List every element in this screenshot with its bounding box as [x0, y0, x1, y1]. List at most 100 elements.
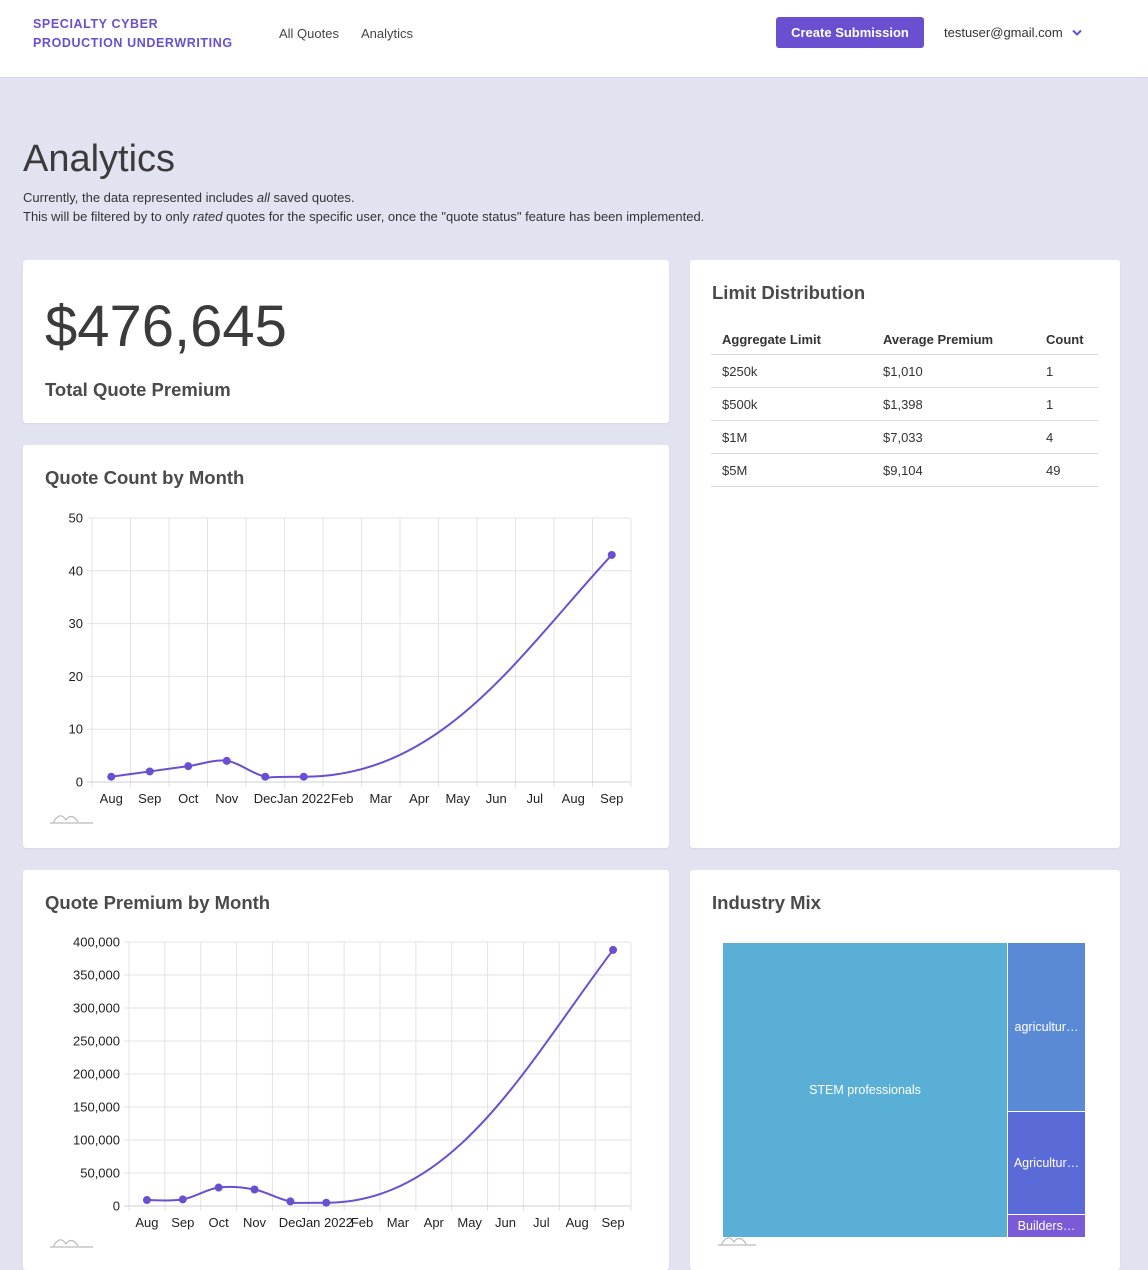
treemap-cell[interactable]: agricultur… — [1008, 943, 1085, 1111]
data-point — [286, 1197, 295, 1206]
limit-distribution-card: Limit Distribution Aggregate Limit Avera… — [690, 260, 1120, 848]
quote-premium-card: Quote Premium by Month 0 50,000 100,000 150… — [23, 870, 669, 1270]
table-cell: 4 — [1035, 420, 1098, 454]
x-tick-label: Aug — [135, 1215, 158, 1230]
total-premium-card: $476,645 Total Quote Premium — [23, 260, 669, 423]
x-tick-label: Mar — [387, 1215, 410, 1230]
brand-line-1: SPECIALTY CYBER — [33, 17, 159, 31]
table-cell: $1,398 — [872, 387, 1035, 421]
data-point — [299, 772, 308, 781]
y-tick-label: 350,000 — [73, 968, 120, 983]
column-header: Average Premium — [872, 324, 1035, 355]
data-point — [184, 762, 193, 771]
x-tick-label: May — [445, 791, 470, 806]
column-header: Aggregate Limit — [711, 324, 872, 355]
limit-distribution-title: Limit Distribution — [712, 282, 866, 303]
y-tick-label: 250,000 — [73, 1034, 120, 1049]
y-tick-label: 0 — [113, 1199, 120, 1214]
y-tick-label: 400,000 — [73, 935, 120, 950]
x-tick-label: Jul — [533, 1215, 550, 1230]
y-tick-label: 20 — [69, 669, 83, 684]
x-tick-label: Sep — [600, 791, 623, 806]
table-row: $5M $9,104 49 — [711, 453, 1098, 487]
industry-mix-card: Industry Mix STEM professionals agricultu… — [690, 870, 1120, 1270]
x-tick-label: Feb — [351, 1215, 373, 1230]
x-tick-label: Sep — [602, 1215, 625, 1230]
treemap-cell-label: agricultur… — [1014, 1020, 1079, 1034]
table-cell: $250k — [711, 354, 872, 388]
data-point — [178, 1195, 187, 1204]
x-tick-label: Jul — [526, 791, 543, 806]
page-title: Analytics — [23, 138, 176, 180]
quote-premium-chart[interactable]: 0 50,000 100,000 150,000 200,000 250,000 300,0… — [23, 870, 669, 1270]
treemap-cell-label: STEM professionals — [809, 1083, 921, 1097]
table-cell: $1,010 — [872, 354, 1035, 388]
x-tick-label: Aug — [100, 791, 123, 806]
treemap-cell[interactable]: Agricultur… — [1008, 1112, 1085, 1214]
data-point — [607, 550, 616, 559]
x-tick-label: Nov — [243, 1215, 267, 1230]
treemap-cell[interactable]: Builders… — [1008, 1215, 1085, 1237]
data-point — [322, 1198, 331, 1207]
limit-distribution-table: Aggregate Limit Average Premium Count $2… — [711, 324, 1098, 487]
y-tick-label: 200,000 — [73, 1067, 120, 1082]
x-tick-label: Oct — [178, 791, 199, 806]
x-tick-label: Nov — [215, 791, 239, 806]
data-point — [107, 772, 116, 781]
table-cell: 1 — [1035, 354, 1098, 388]
top-navbar: SPECIALTY CYBER PRODUCTION UNDERWRITING … — [0, 0, 1148, 78]
table-cell: 49 — [1035, 453, 1098, 487]
x-tick-label: Jan 2022 — [299, 1215, 353, 1230]
table-header-row: Aggregate Limit Average Premium Count — [711, 324, 1098, 355]
x-tick-label: Jun — [486, 791, 507, 806]
x-tick-label: Apr — [409, 791, 430, 806]
chart-brand-icon — [50, 1239, 93, 1248]
table-cell: $7,033 — [872, 420, 1035, 454]
data-point — [222, 756, 231, 765]
y-tick-label: 40 — [69, 563, 83, 578]
chevron-down-icon — [1071, 29, 1082, 36]
nav-analytics[interactable]: Analytics — [361, 26, 413, 41]
quote-count-chart[interactable]: 0 10 20 30 40 50 Aug Sep Oct Nov Dec Jan 2022 Feb Mar… — [23, 445, 669, 848]
x-tick-label: Oct — [209, 1215, 230, 1230]
x-tick-label: Feb — [331, 791, 353, 806]
user-email: testuser@gmail.com — [944, 25, 1063, 40]
table-row: $500k $1,398 1 — [711, 387, 1098, 421]
total-premium-value: $476,645 — [45, 294, 287, 359]
x-tick-label: Apr — [424, 1215, 445, 1230]
page-description-line-1: Currently, the data represented includes… — [23, 190, 355, 205]
y-tick-label: 0 — [76, 775, 83, 790]
x-tick-label: May — [457, 1215, 482, 1230]
y-tick-label: 150,000 — [73, 1100, 120, 1115]
x-tick-label: Sep — [138, 791, 161, 806]
chart-brand-icon — [50, 815, 93, 824]
y-tick-label: 10 — [69, 722, 83, 737]
table-cell: 1 — [1035, 387, 1098, 421]
data-point — [261, 772, 270, 781]
industry-mix-treemap[interactable]: STEM professionals agricultur… Agricultur…… — [723, 943, 1086, 1238]
treemap-cell-label: Builders… — [1017, 1219, 1076, 1233]
x-tick-label: Dec — [254, 791, 278, 806]
industry-mix-title: Industry Mix — [712, 892, 821, 913]
y-tick-label: 300,000 — [73, 1001, 120, 1016]
x-tick-label: Aug — [566, 1215, 589, 1230]
treemap-cell-label: Agricultur… — [1013, 1156, 1080, 1170]
table-row: $1M $7,033 4 — [711, 420, 1098, 454]
table-cell: $9,104 — [872, 453, 1035, 487]
table-row: $250k $1,010 1 — [711, 354, 1098, 388]
x-tick-label: Jan 2022 — [277, 791, 331, 806]
data-point — [142, 1196, 151, 1205]
brand-logo[interactable]: SPECIALTY CYBER PRODUCTION UNDERWRITING — [33, 15, 233, 53]
table-cell: $5M — [711, 453, 872, 487]
brand-line-2: PRODUCTION UNDERWRITING — [33, 36, 233, 50]
x-tick-label: Mar — [370, 791, 393, 806]
table-cell: $500k — [711, 387, 872, 421]
data-point — [609, 945, 618, 954]
treemap-cell[interactable]: STEM professionals — [723, 943, 1007, 1237]
user-menu[interactable]: testuser@gmail.com — [944, 25, 1083, 40]
x-tick-label: Jun — [495, 1215, 516, 1230]
data-point — [214, 1183, 223, 1192]
create-submission-button[interactable]: Create Submission — [776, 17, 924, 48]
total-premium-label: Total Quote Premium — [45, 379, 231, 400]
nav-all-quotes[interactable]: All Quotes — [279, 26, 339, 41]
